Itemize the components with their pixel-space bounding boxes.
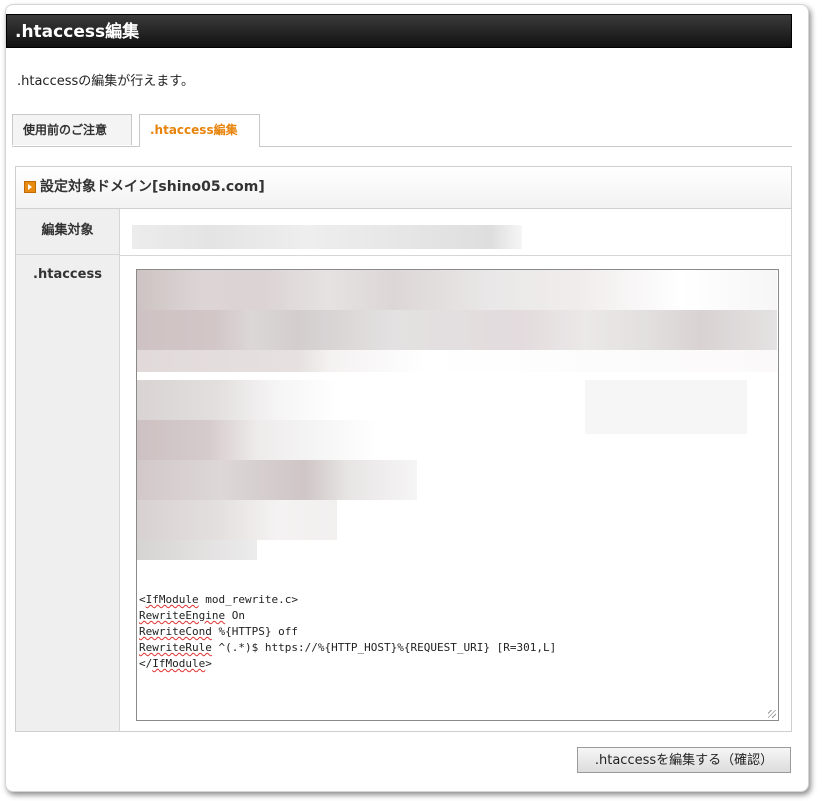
arrow-right-icon <box>24 181 36 193</box>
redacted-block <box>137 380 337 420</box>
tab-bar: 使用前のご注意 .htaccess編集 <box>12 114 792 147</box>
resize-grip-icon[interactable] <box>768 710 776 718</box>
panel-title-text: 設定対象ドメイン[shino05.com] <box>40 179 265 195</box>
confirm-edit-button[interactable]: .htaccessを編集する（確認） <box>577 747 791 773</box>
redacted-block <box>137 500 337 540</box>
redacted-block <box>137 310 777 350</box>
tab-precautions[interactable]: 使用前のご注意 <box>12 114 132 145</box>
htaccess-code: <IfModule mod_rewrite.c> RewriteEngine O… <box>139 593 557 670</box>
edit-target-value-redacted <box>132 225 522 249</box>
panel-title: 設定対象ドメイン[shino05.com] <box>16 167 791 209</box>
redacted-block <box>137 540 257 560</box>
tab-htaccess-edit[interactable]: .htaccess編集 <box>139 114 260 147</box>
redacted-block <box>137 420 377 460</box>
page-description: .htaccessの編集が行えます。 <box>17 74 194 89</box>
edit-panel: 設定対象ドメイン[shino05.com] 編集対象 .htaccess <If… <box>15 166 792 732</box>
page-title: .htaccess編集 <box>6 14 792 48</box>
redacted-block <box>585 380 747 434</box>
htaccess-label: .htaccess <box>16 255 120 731</box>
redacted-block <box>137 460 417 500</box>
row-divider <box>120 255 791 256</box>
redacted-block <box>137 350 777 372</box>
edit-target-label: 編集対象 <box>16 209 120 255</box>
redacted-block <box>137 270 777 310</box>
htaccess-textarea[interactable]: <IfModule mod_rewrite.c> RewriteEngine O… <box>136 269 779 721</box>
